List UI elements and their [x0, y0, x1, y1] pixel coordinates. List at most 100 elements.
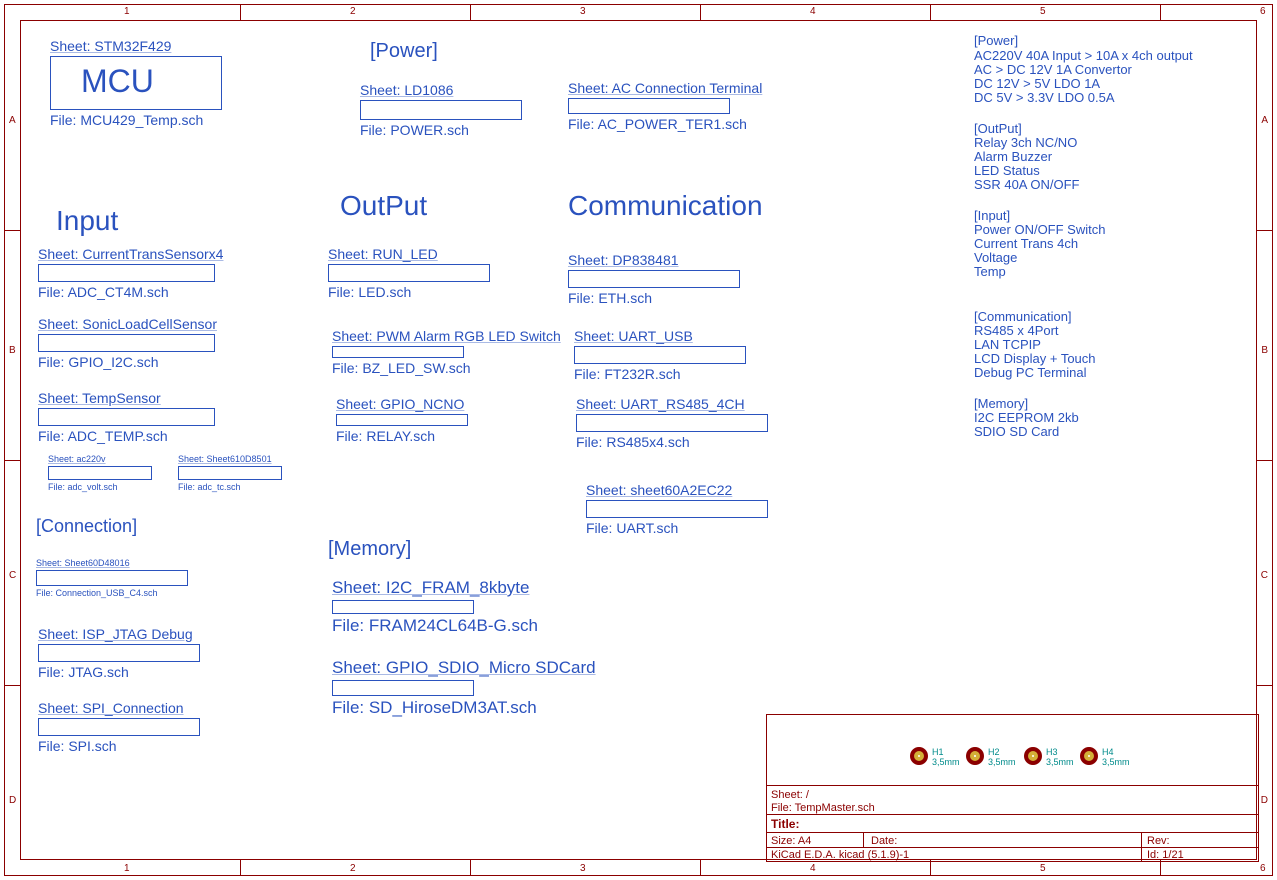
tb-sheet: Sheet: /	[771, 789, 809, 801]
sheet-title: Sheet: TempSensor	[38, 390, 298, 406]
note-comm-h: [Communication]	[974, 310, 1072, 324]
ruler-col-2: 2	[350, 6, 356, 17]
tick	[930, 4, 931, 20]
note-mem-h: [Memory]	[974, 397, 1028, 411]
ruler-col-b3: 3	[580, 863, 586, 874]
output-header: OutPut	[340, 190, 427, 222]
note-out-2: Alarm Buzzer	[974, 150, 1052, 164]
mcu-label: MCU	[81, 63, 154, 100]
sheet-file: File: SD_HiroseDM3AT.sch	[332, 698, 692, 718]
sheet-file: File: Connection_USB_C4.sch	[36, 588, 196, 598]
sheet-tempsensor[interactable]: Sheet: TempSensor File: ADC_TEMP.sch	[38, 390, 298, 444]
note-out-3: LED Status	[974, 164, 1040, 178]
sheet-title: Sheet: UART_USB	[574, 328, 804, 344]
sheet-file: File: adc_volt.sch	[48, 482, 158, 492]
sheet-610d8501[interactable]: Sheet: Sheet610D8501 File: adc_tc.sch	[178, 454, 288, 492]
sheet-title: Sheet: DP838481	[568, 252, 798, 268]
ruler-row-d: D	[9, 795, 16, 806]
sheet-file: File: RS485x4.sch	[576, 434, 806, 450]
power-header: [Power]	[370, 40, 438, 63]
sheet-sonic[interactable]: Sheet: SonicLoadCellSensor File: GPIO_I2…	[38, 316, 298, 370]
sheet-uart-usb[interactable]: Sheet: UART_USB File: FT232R.sch	[574, 328, 804, 382]
sheet-60a2ec22[interactable]: Sheet: sheet60A2EC22 File: UART.sch	[586, 482, 816, 536]
sheet-title: Sheet: CurrentTransSensorx4	[38, 246, 298, 262]
sheet-title: Sheet: STM32F429	[50, 38, 230, 54]
sheet-title: Sheet: ISP_JTAG Debug	[38, 626, 268, 642]
tb-date: Date:	[871, 835, 897, 847]
schematic-page: 1 2 3 4 5 6 1 2 3 4 5 6 A B C D A B C D …	[0, 0, 1277, 880]
sheet-ac220v[interactable]: Sheet: ac220v File: adc_volt.sch	[48, 454, 158, 492]
sheet-file: File: UART.sch	[586, 520, 816, 536]
sheet-ld1086[interactable]: Sheet: LD1086 File: POWER.sch	[360, 82, 530, 138]
ruler-col-b6: 6	[1260, 863, 1266, 874]
note-power-h: [Power]	[974, 34, 1018, 48]
ruler-col-b2: 2	[350, 863, 356, 874]
ruler-col-5: 5	[1040, 6, 1046, 17]
sheet-file: File: MCU429_Temp.sch	[50, 112, 230, 128]
sheet-title: Sheet: PWM Alarm RGB LED Switch	[332, 328, 592, 344]
sheet-file: File: GPIO_I2C.sch	[38, 354, 298, 370]
title-block: Sheet: / File: TempMaster.sch Title: Siz…	[766, 714, 1259, 862]
ruler-col-4: 4	[810, 6, 816, 17]
sheet-spi[interactable]: Sheet: SPI_Connection File: SPI.sch	[38, 700, 278, 754]
sheet-jtag[interactable]: Sheet: ISP_JTAG Debug File: JTAG.sch	[38, 626, 268, 680]
tick	[1160, 4, 1161, 20]
note-power-1: AC220V 40A Input > 10A x 4ch output	[974, 49, 1193, 63]
note-comm-1: RS485 x 4Port	[974, 324, 1059, 338]
sheet-dp838481[interactable]: Sheet: DP838481 File: ETH.sch	[568, 252, 798, 306]
tick	[470, 4, 471, 20]
sheet-runled[interactable]: Sheet: RUN_LED File: LED.sch	[328, 246, 558, 300]
sheet-title: Sheet: ac220v	[48, 454, 158, 464]
sheet-title: Sheet: AC Connection Terminal	[568, 80, 798, 96]
sheet-uart-rs485[interactable]: Sheet: UART_RS485_4CH File: RS485x4.sch	[576, 396, 806, 450]
sheet-mcu[interactable]: Sheet: STM32F429 MCU File: MCU429_Temp.s…	[50, 38, 230, 128]
sheet-sdio[interactable]: Sheet: GPIO_SDIO_Micro SDCard File: SD_H…	[332, 658, 692, 718]
sheet-title: Sheet: GPIO_NCNO	[336, 396, 566, 412]
tick	[930, 860, 931, 876]
sheet-file: File: ADC_CT4M.sch	[38, 284, 298, 300]
sheet-ac-terminal[interactable]: Sheet: AC Connection Terminal File: AC_P…	[568, 80, 798, 132]
sheet-title: Sheet: GPIO_SDIO_Micro SDCard	[332, 658, 692, 678]
tick	[1257, 685, 1273, 686]
tick	[4, 685, 20, 686]
tick	[700, 4, 701, 20]
note-mem-2: SDIO SD Card	[974, 425, 1059, 439]
sheet-gpioncno[interactable]: Sheet: GPIO_NCNO File: RELAY.sch	[336, 396, 566, 444]
ruler-row-ra: A	[1261, 115, 1268, 126]
note-in-3: Voltage	[974, 251, 1017, 265]
sheet-title: Sheet: RUN_LED	[328, 246, 558, 262]
note-in-1: Power ON/OFF Switch	[974, 223, 1105, 237]
note-mem-1: I2C EEPROM 2kb	[974, 411, 1079, 425]
memory-header: [Memory]	[328, 538, 411, 561]
sheet-title: Sheet: Sheet60D48016	[36, 558, 196, 568]
sheet-file: File: RELAY.sch	[336, 428, 566, 444]
sheet-60d48016[interactable]: Sheet: Sheet60D48016 File: Connection_US…	[36, 558, 196, 598]
note-out-4: SSR 40A ON/OFF	[974, 178, 1079, 192]
tb-size: Size: A4	[771, 835, 811, 847]
ruler-col-b1: 1	[124, 863, 130, 874]
sheet-ctx4[interactable]: Sheet: CurrentTransSensorx4 File: ADC_CT…	[38, 246, 298, 300]
tick	[4, 230, 20, 231]
sheet-title: Sheet: I2C_FRAM_8kbyte	[332, 578, 632, 598]
tick	[240, 860, 241, 876]
sheet-file: File: AC_POWER_TER1.sch	[568, 116, 798, 132]
ruler-col-b5: 5	[1040, 863, 1046, 874]
note-in-2: Current Trans 4ch	[974, 237, 1078, 251]
communication-header: Communication	[568, 190, 763, 222]
ruler-row-rd: D	[1261, 795, 1268, 806]
note-comm-3: LCD Display + Touch	[974, 352, 1096, 366]
tick	[1257, 230, 1273, 231]
sheet-fram[interactable]: Sheet: I2C_FRAM_8kbyte File: FRAM24CL64B…	[332, 578, 632, 636]
sheet-file: File: ADC_TEMP.sch	[38, 428, 298, 444]
ruler-row-a: A	[9, 115, 16, 126]
sheet-file: File: JTAG.sch	[38, 664, 268, 680]
ruler-col-3: 3	[580, 6, 586, 17]
sheet-file: File: FRAM24CL64B-G.sch	[332, 616, 632, 636]
note-in-4: Temp	[974, 265, 1006, 279]
tick	[700, 860, 701, 876]
sheet-pwmrgb[interactable]: Sheet: PWM Alarm RGB LED Switch File: BZ…	[332, 328, 592, 376]
sheet-file: File: LED.sch	[328, 284, 558, 300]
tick	[240, 4, 241, 20]
sheet-file: File: adc_tc.sch	[178, 482, 288, 492]
sheet-title: Sheet: sheet60A2EC22	[586, 482, 816, 498]
